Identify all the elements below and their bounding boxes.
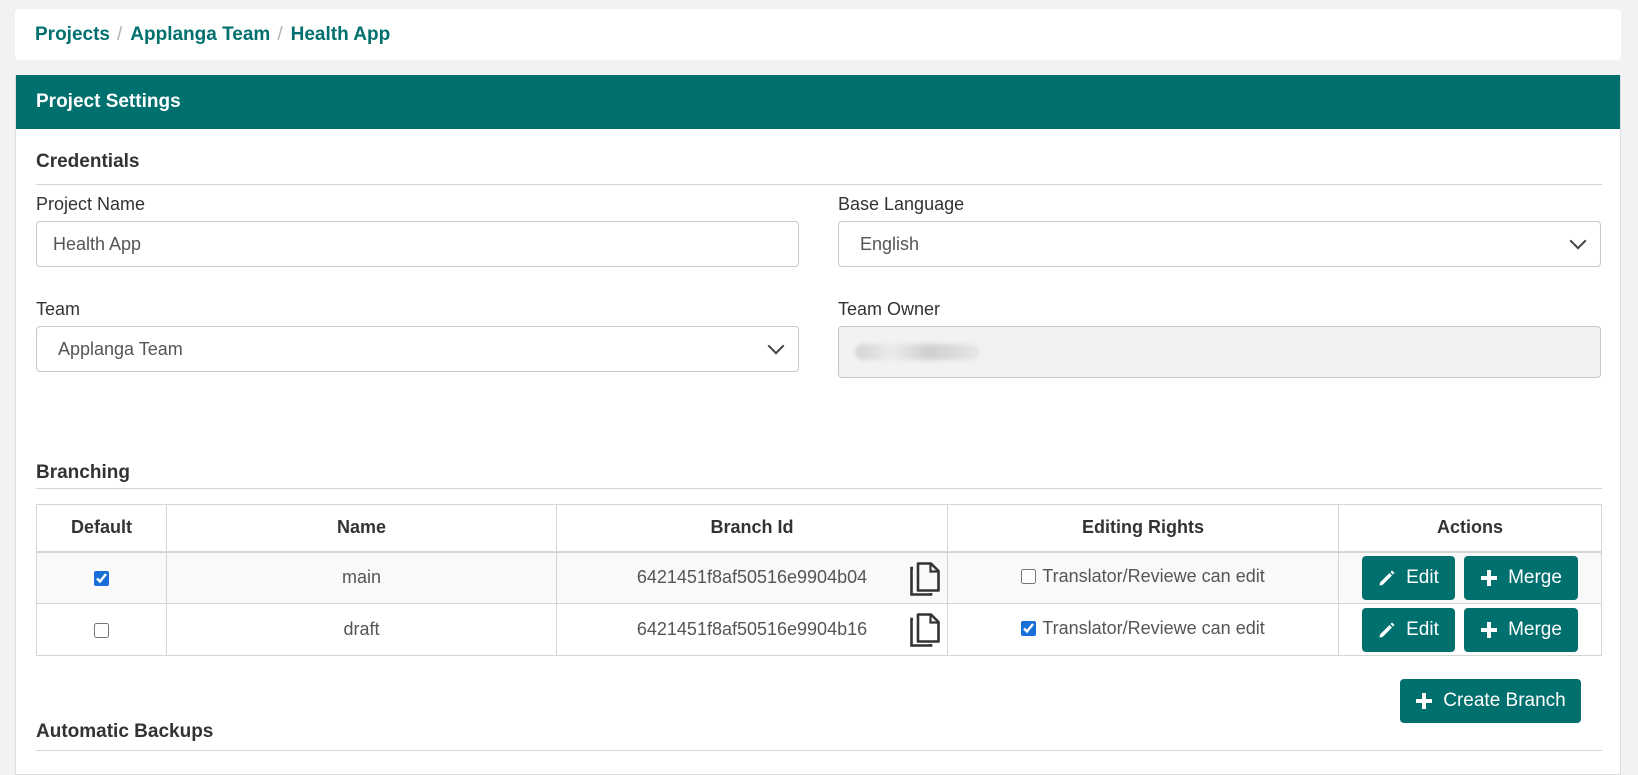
branch-name: main <box>166 551 557 604</box>
breadcrumb-team[interactable]: Applanga Team <box>130 24 270 46</box>
copy-icon[interactable] <box>909 612 941 648</box>
default-checkbox[interactable] <box>94 622 109 638</box>
copy-icon[interactable] <box>909 561 941 597</box>
column-editing-rights: Editing Rights <box>947 504 1339 553</box>
team-label: Team <box>36 299 81 319</box>
base-language-select[interactable]: English <box>838 221 1601 267</box>
column-actions: Actions <box>1338 504 1602 553</box>
merge-button[interactable]: Merge <box>1464 607 1578 652</box>
branch-name: draft <box>166 603 557 656</box>
table-row: draft 6421451f8af50516e9904b16 Translato… <box>36 603 1602 656</box>
edit-button-label: Edit <box>1406 566 1439 588</box>
automatic-backups-title: Automatic Backups <box>36 721 214 742</box>
edit-button[interactable]: Edit <box>1362 555 1455 600</box>
base-language-value: English <box>860 233 920 254</box>
base-language-label: Base Language <box>838 194 965 214</box>
merge-button[interactable]: Merge <box>1464 555 1578 600</box>
backups-divider <box>36 750 1602 751</box>
branching-divider <box>36 488 1602 489</box>
credentials-title: Credentials <box>36 151 140 172</box>
branch-id: 6421451f8af50516e9904b04 <box>636 567 868 588</box>
branch-id: 6421451f8af50516e9904b16 <box>636 619 868 639</box>
breadcrumb-separator: / <box>277 23 283 45</box>
default-checkbox[interactable] <box>94 571 109 586</box>
editing-rights-label: Translator/Reviewe can edit <box>1042 566 1265 587</box>
table-row: main 6421451f8af50516e9904b04 Translator… <box>36 551 1602 604</box>
merge-button-label: Merge <box>1508 566 1562 588</box>
panel-title: Project Settings <box>16 75 1620 129</box>
branches-table: Default Name Branch Id Editing Rights Ac… <box>36 504 1602 656</box>
column-branch-id: Branch Id <box>556 504 948 553</box>
team-owner-label: Team Owner <box>838 299 941 319</box>
column-default: Default <box>36 504 167 553</box>
merge-button-label: Merge <box>1508 618 1562 640</box>
project-name-label: Project Name <box>36 194 146 214</box>
plus-icon <box>1481 569 1498 586</box>
team-select[interactable]: Applanga Team <box>36 326 799 372</box>
column-name: Name <box>166 504 557 553</box>
table-header-row: Default Name Branch Id Editing Rights Ac… <box>36 504 1602 553</box>
pencil-icon <box>1379 622 1395 637</box>
team-owner-field <box>838 326 1601 378</box>
team-owner-redacted <box>855 344 979 360</box>
edit-button[interactable]: Edit <box>1362 607 1455 652</box>
credentials-divider <box>36 184 1602 185</box>
editing-rights-label: Translator/Reviewe can edit <box>1042 618 1265 638</box>
branching-title: Branching <box>36 462 130 483</box>
chevron-down-icon <box>1569 232 1587 250</box>
breadcrumb-projects[interactable]: Projects <box>35 24 110 46</box>
project-settings-panel: Project Settings Credentials Project Nam… <box>15 75 1621 775</box>
editing-rights-checkbox[interactable] <box>1021 569 1037 585</box>
breadcrumb-separator: / <box>116 23 123 45</box>
create-branch-label: Create Branch <box>1443 690 1566 711</box>
editing-rights-checkbox[interactable] <box>1021 621 1037 636</box>
create-branch-button[interactable]: Create Branch <box>1400 679 1581 723</box>
chevron-down-icon <box>767 337 785 355</box>
team-value: Applanga Team <box>58 338 183 359</box>
plus-icon <box>1481 621 1498 638</box>
project-name-input[interactable] <box>36 221 799 267</box>
pencil-icon <box>1379 570 1395 586</box>
plus-icon <box>1416 693 1433 709</box>
edit-button-label: Edit <box>1406 618 1439 640</box>
breadcrumb: Projects / Applanga Team / Health App <box>15 9 1621 60</box>
breadcrumb-project[interactable]: Health App <box>291 24 391 46</box>
